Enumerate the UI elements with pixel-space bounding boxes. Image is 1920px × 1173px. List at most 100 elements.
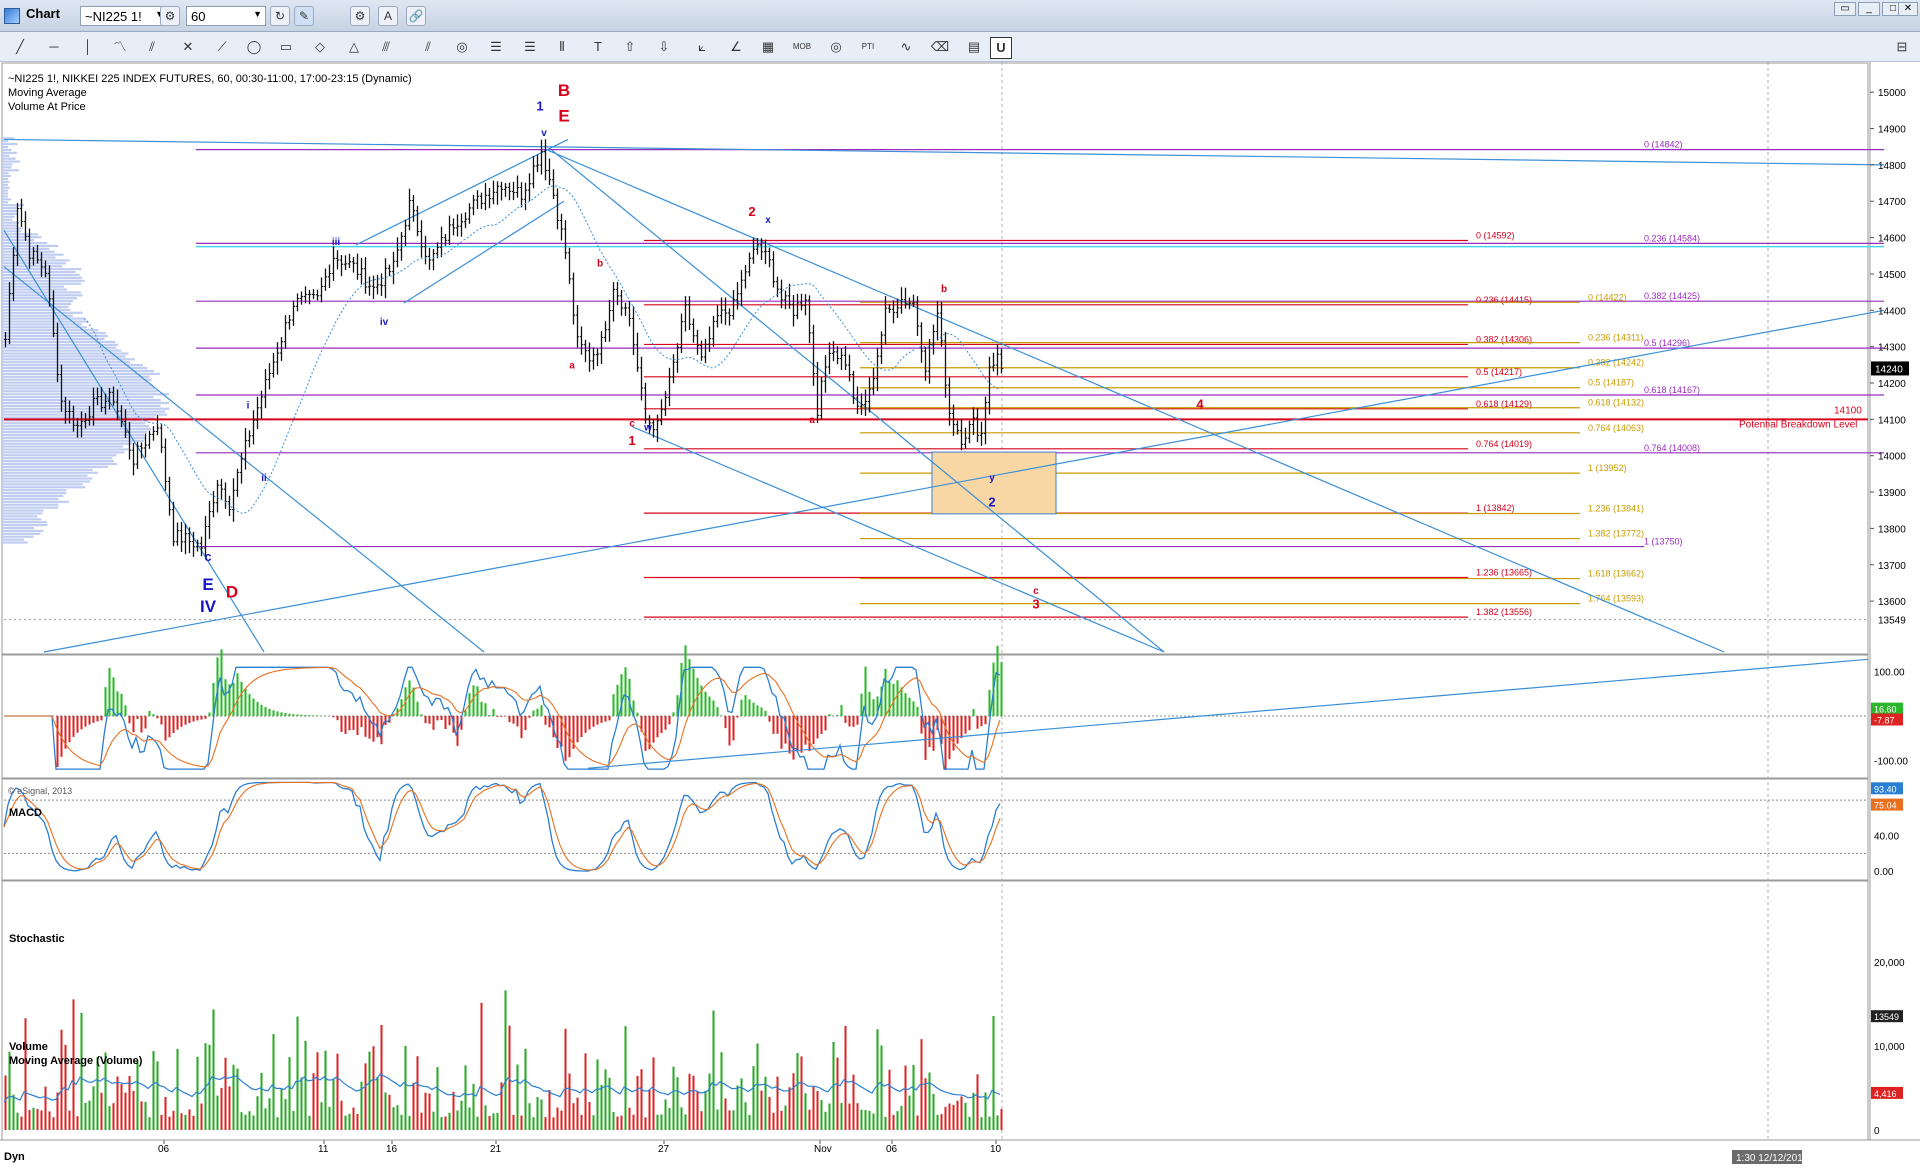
vertical-line-tool-icon[interactable]: │ xyxy=(78,37,98,57)
pencil-icon[interactable]: ✎ xyxy=(294,6,314,26)
fibonacci-tool-icon[interactable]: ☰ xyxy=(486,37,506,57)
volume-at-price-bar xyxy=(2,462,118,466)
fib-level-label: 0 (14842) xyxy=(1644,140,1683,150)
volume-at-price-bar xyxy=(2,500,70,503)
volume-at-price-bar xyxy=(2,145,8,149)
comment-tool-icon[interactable]: ▤ xyxy=(964,37,984,57)
volume-at-price-bar xyxy=(2,305,69,309)
volume-at-price-bar xyxy=(2,355,126,358)
interval-input[interactable]: 60 ▼ xyxy=(186,6,266,26)
volume-at-price-bar xyxy=(2,151,17,154)
triangle-tool-icon[interactable]: △ xyxy=(344,37,364,57)
volume-at-price-bar xyxy=(2,256,56,259)
grid-tool-icon[interactable]: ▦ xyxy=(758,37,778,57)
rectangle-tool-icon[interactable]: ▭ xyxy=(276,37,296,57)
volume-at-price-bar xyxy=(2,492,67,495)
volume-at-price-bar xyxy=(2,244,59,248)
price-tick-label: 14700 xyxy=(1878,197,1906,208)
parallel-tool-icon[interactable]: ⫽ xyxy=(418,37,438,57)
trendline xyxy=(631,426,1165,653)
fib-level-label: 1.382 (13556) xyxy=(1476,607,1532,617)
minimize-window-button[interactable]: _ xyxy=(1858,2,1880,16)
chart-svg[interactable]: 0 (14842) 0.236 (14584) 0.382 (14425) 0.5 (… xyxy=(0,62,1920,1170)
arrow-up-tool-icon[interactable]: ⇧ xyxy=(620,37,640,57)
volume-at-price-bar xyxy=(2,521,47,524)
volume-at-price-bar xyxy=(2,265,63,268)
line-tool-icon[interactable]: ╱ xyxy=(10,37,30,57)
wave-label: a xyxy=(569,360,575,371)
chart-area[interactable]: 0 (14842) 0.236 (14584) 0.382 (14425) 0.5 (… xyxy=(0,62,1920,1170)
fan-tool-icon[interactable]: ⟋ xyxy=(212,37,232,57)
wave-label: B xyxy=(558,81,570,100)
fib-level-label: 0.764 (14019) xyxy=(1476,439,1532,449)
channel-tool-icon[interactable]: ⫻ xyxy=(376,37,396,57)
volume-at-price-bar xyxy=(2,535,34,538)
refresh-icon[interactable]: ↻ xyxy=(270,6,290,26)
fib-level-label: 0.236 (14311) xyxy=(1588,333,1643,343)
price-tick-label: 14900 xyxy=(1878,125,1906,136)
mob-tool-icon[interactable]: MOB xyxy=(792,37,812,57)
diamond-tool-icon[interactable]: ◇ xyxy=(310,37,330,57)
ellipse-tool-icon[interactable]: ◯ xyxy=(244,37,264,57)
wave-label: iii xyxy=(332,237,341,248)
chevron-down-icon[interactable]: ▼ xyxy=(253,9,262,19)
pitchfork-tool-icon[interactable]: ⫽ xyxy=(142,37,162,57)
wave-tool-icon[interactable]: ∿ xyxy=(896,37,916,57)
indicator-panes-layer xyxy=(3,645,1869,1130)
volume-at-price-bar xyxy=(2,503,59,506)
fib-level-label: 0.618 (14132) xyxy=(1588,398,1644,408)
arrow-down-tool-icon[interactable]: ⇩ xyxy=(654,37,674,57)
price-tick-label: 14000 xyxy=(1878,452,1906,463)
volume-tick-label: 0 xyxy=(1874,1126,1880,1137)
price-tick-label: 14400 xyxy=(1878,306,1906,317)
gear-icon[interactable]: ⚙ xyxy=(350,6,370,26)
volume-at-price-bar xyxy=(2,483,83,486)
fib-level-label: 1 (13750) xyxy=(1644,537,1683,547)
breakdown-text-label: Potential Breakdown Level xyxy=(1739,419,1857,430)
cycle-tool-icon[interactable]: ◎ xyxy=(826,37,846,57)
circles-tool-icon[interactable]: ◎ xyxy=(452,37,472,57)
regression-tool-icon[interactable]: ⟀ xyxy=(692,37,712,57)
volume-at-price-bar xyxy=(2,346,117,349)
volume-at-price-bar xyxy=(2,180,10,184)
volume-at-price-bar xyxy=(2,253,64,256)
wave-label: 4 xyxy=(1196,396,1204,411)
pti-tool-icon[interactable]: PTI xyxy=(858,37,878,57)
volume-at-price-bar xyxy=(2,497,59,501)
volume-at-price-bar xyxy=(2,407,170,410)
settings-gear-button[interactable]: ⚙ xyxy=(160,6,180,26)
magnet-icon[interactable]: U xyxy=(990,37,1012,59)
volume-at-price-bar xyxy=(2,157,16,160)
symbol-input[interactable]: ~NI225 1! ▼ xyxy=(80,6,168,26)
link-icon[interactable]: 🔗 xyxy=(406,6,426,26)
eraser-tool-icon[interactable]: ⌫ xyxy=(930,37,950,57)
fib-level-label: 0.236 (14415) xyxy=(1476,295,1532,305)
volume-at-price-bar xyxy=(2,201,8,204)
volume-at-price-bar xyxy=(2,209,18,213)
time-tick-label: Nov xyxy=(814,1144,832,1155)
panel-collapse-icon[interactable]: ⊟ xyxy=(1892,37,1912,57)
volume-at-price-bar xyxy=(2,538,24,541)
stochastic-pane-title: Stochastic xyxy=(9,933,65,945)
wave-label: i xyxy=(247,400,250,411)
stochastic-tick-label: 0.00 xyxy=(1874,867,1894,878)
fib-level-label: 0 (14422) xyxy=(1588,292,1627,302)
restore-window-button[interactable]: ▭ xyxy=(1834,2,1856,16)
horizontal-line-tool-icon[interactable]: ─ xyxy=(44,37,64,57)
cross-tool-icon[interactable]: ✕ xyxy=(178,37,198,57)
wave-label: D xyxy=(226,582,238,601)
dynamic-mode-label[interactable]: Dyn xyxy=(4,1151,25,1163)
volume-at-price-bar xyxy=(2,454,117,457)
fib-time-tool-icon[interactable]: ⦀ xyxy=(552,37,572,57)
angle-tool-icon[interactable]: ∠ xyxy=(726,37,746,57)
fib-extension-tool-icon[interactable]: ☰ xyxy=(520,37,540,57)
volume-at-price-bar xyxy=(2,140,8,143)
close-window-button[interactable]: ✕ xyxy=(1898,2,1918,16)
alert-icon[interactable]: A xyxy=(378,6,398,26)
zigzag-tool-icon[interactable]: 〽 xyxy=(110,37,130,57)
text-tool-icon[interactable]: T xyxy=(588,37,608,57)
volume-at-price-bar xyxy=(2,358,136,361)
stochastic-k-line xyxy=(3,781,1001,872)
volume-at-price-bar xyxy=(2,323,82,326)
drawing-toolbar: ╱ ─ │ 〽 ⫽ ✕ ⟋ ◯ ▭ ◇ △ ⫻ ⫽ ◎ ☰ ☰ ⦀ T ⇧ ⇩ … xyxy=(0,32,1920,62)
